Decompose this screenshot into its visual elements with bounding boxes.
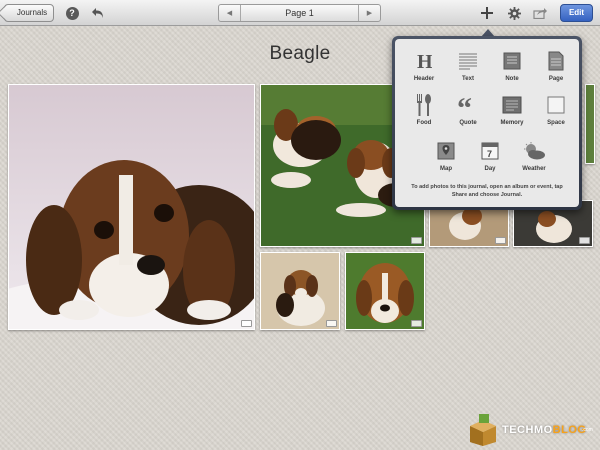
photo-caption-badge[interactable]	[241, 320, 252, 327]
insert-quote-item[interactable]: “ Quote	[446, 93, 490, 133]
journal-photo-partial-3[interactable]	[585, 84, 595, 164]
photo-caption-badge[interactable]	[326, 320, 337, 327]
page-navigator: ◀ Page 1 ▶	[218, 4, 381, 22]
space-icon	[547, 96, 565, 114]
insert-quote-label: Quote	[459, 120, 477, 126]
insert-map-item[interactable]: Map	[424, 139, 468, 179]
add-button[interactable]	[479, 5, 495, 21]
insert-note-label: Note	[505, 76, 519, 82]
text-icon	[459, 53, 477, 70]
puppy-photo-image	[9, 85, 254, 329]
undo-button[interactable]	[90, 5, 106, 21]
photo-caption-badge[interactable]	[411, 237, 422, 244]
add-photos-hint: To add photos to this journal, open an a…	[411, 184, 563, 198]
watermark-brand: TECHMOBLOG	[502, 424, 586, 436]
insert-item-panel: H Header Text Note Page Food “ Quote Mem…	[395, 39, 579, 207]
help-button[interactable]: ?	[64, 5, 80, 21]
gear-icon	[507, 6, 521, 20]
memory-icon	[502, 96, 522, 114]
journal-photo-beagle-closeup[interactable]	[345, 252, 425, 330]
settings-button[interactable]	[506, 5, 522, 21]
insert-page-item[interactable]: Page	[534, 49, 578, 89]
insert-weather-label: Weather	[522, 166, 546, 172]
photo-caption-badge[interactable]	[411, 320, 422, 327]
journals-back-label: Journals	[16, 8, 48, 17]
insert-item-popover: H Header Text Note Page Food “ Quote Mem…	[392, 36, 582, 210]
insert-note-item[interactable]: Note	[490, 49, 534, 89]
triangle-right-icon: ▶	[366, 10, 373, 17]
sitting-beagle-photo-image	[261, 253, 339, 329]
insert-map-label: Map	[440, 166, 452, 172]
triangle-left-icon: ◀	[226, 10, 233, 17]
share-button[interactable]	[532, 5, 548, 21]
journals-back-button[interactable]: Journals	[4, 4, 54, 22]
calendar-icon: 7	[481, 142, 499, 160]
beagle-closeup-photo-image	[346, 253, 424, 329]
watermark-suffix: .com	[582, 427, 593, 433]
page-icon	[548, 51, 564, 71]
insert-space-item[interactable]: Space	[534, 93, 578, 133]
svg-text:“: “	[457, 96, 472, 114]
insert-header-item[interactable]: H Header	[402, 49, 446, 89]
edit-button[interactable]: Edit	[560, 4, 593, 22]
journal-photo-sitting-beagle[interactable]	[260, 252, 340, 330]
svg-text:7: 7	[487, 149, 492, 159]
map-icon	[437, 142, 455, 160]
insert-food-label: Food	[416, 120, 432, 126]
question-circle-icon: ?	[65, 6, 79, 20]
insert-space-label: Space	[547, 120, 565, 126]
toolbar: Journals ? ◀ Page 1 ▶ Edit	[0, 0, 600, 26]
undo-icon	[92, 8, 103, 18]
edit-label: Edit	[568, 8, 585, 17]
share-icon	[533, 8, 547, 19]
techmoblog-watermark: TECHMOBLOG .com	[466, 412, 596, 446]
insert-text-item[interactable]: Text	[446, 49, 490, 89]
previous-page-button[interactable]: ◀	[219, 5, 241, 21]
insert-memory-label: Memory	[500, 120, 524, 126]
box-logo-icon	[470, 414, 496, 446]
journal-photo-puppy[interactable]	[8, 84, 255, 330]
insert-day-item[interactable]: 7 Day	[468, 139, 512, 179]
svg-text:H: H	[417, 51, 432, 71]
photo-caption-badge[interactable]	[579, 237, 590, 244]
journal-title[interactable]: Beagle	[230, 43, 370, 65]
weather-icon	[524, 142, 545, 160]
next-page-button[interactable]: ▶	[358, 5, 380, 21]
page-label: Page 1	[285, 8, 314, 18]
plus-icon	[481, 7, 493, 19]
photo-caption-badge[interactable]	[495, 237, 506, 244]
insert-header-label: Header	[413, 76, 435, 82]
watermark-brand-part1: TECHMO	[502, 424, 553, 436]
insert-text-label: Text	[462, 76, 474, 82]
partial-photo-image	[586, 85, 594, 163]
note-icon	[503, 52, 521, 70]
insert-weather-item[interactable]: Weather	[512, 139, 556, 179]
insert-memory-item[interactable]: Memory	[490, 93, 534, 133]
header-icon: H	[417, 51, 432, 71]
quote-icon: “	[457, 96, 472, 114]
insert-food-item[interactable]: Food	[402, 93, 446, 133]
insert-page-label: Page	[548, 76, 564, 82]
food-icon	[417, 94, 431, 116]
insert-day-label: Day	[484, 166, 496, 172]
